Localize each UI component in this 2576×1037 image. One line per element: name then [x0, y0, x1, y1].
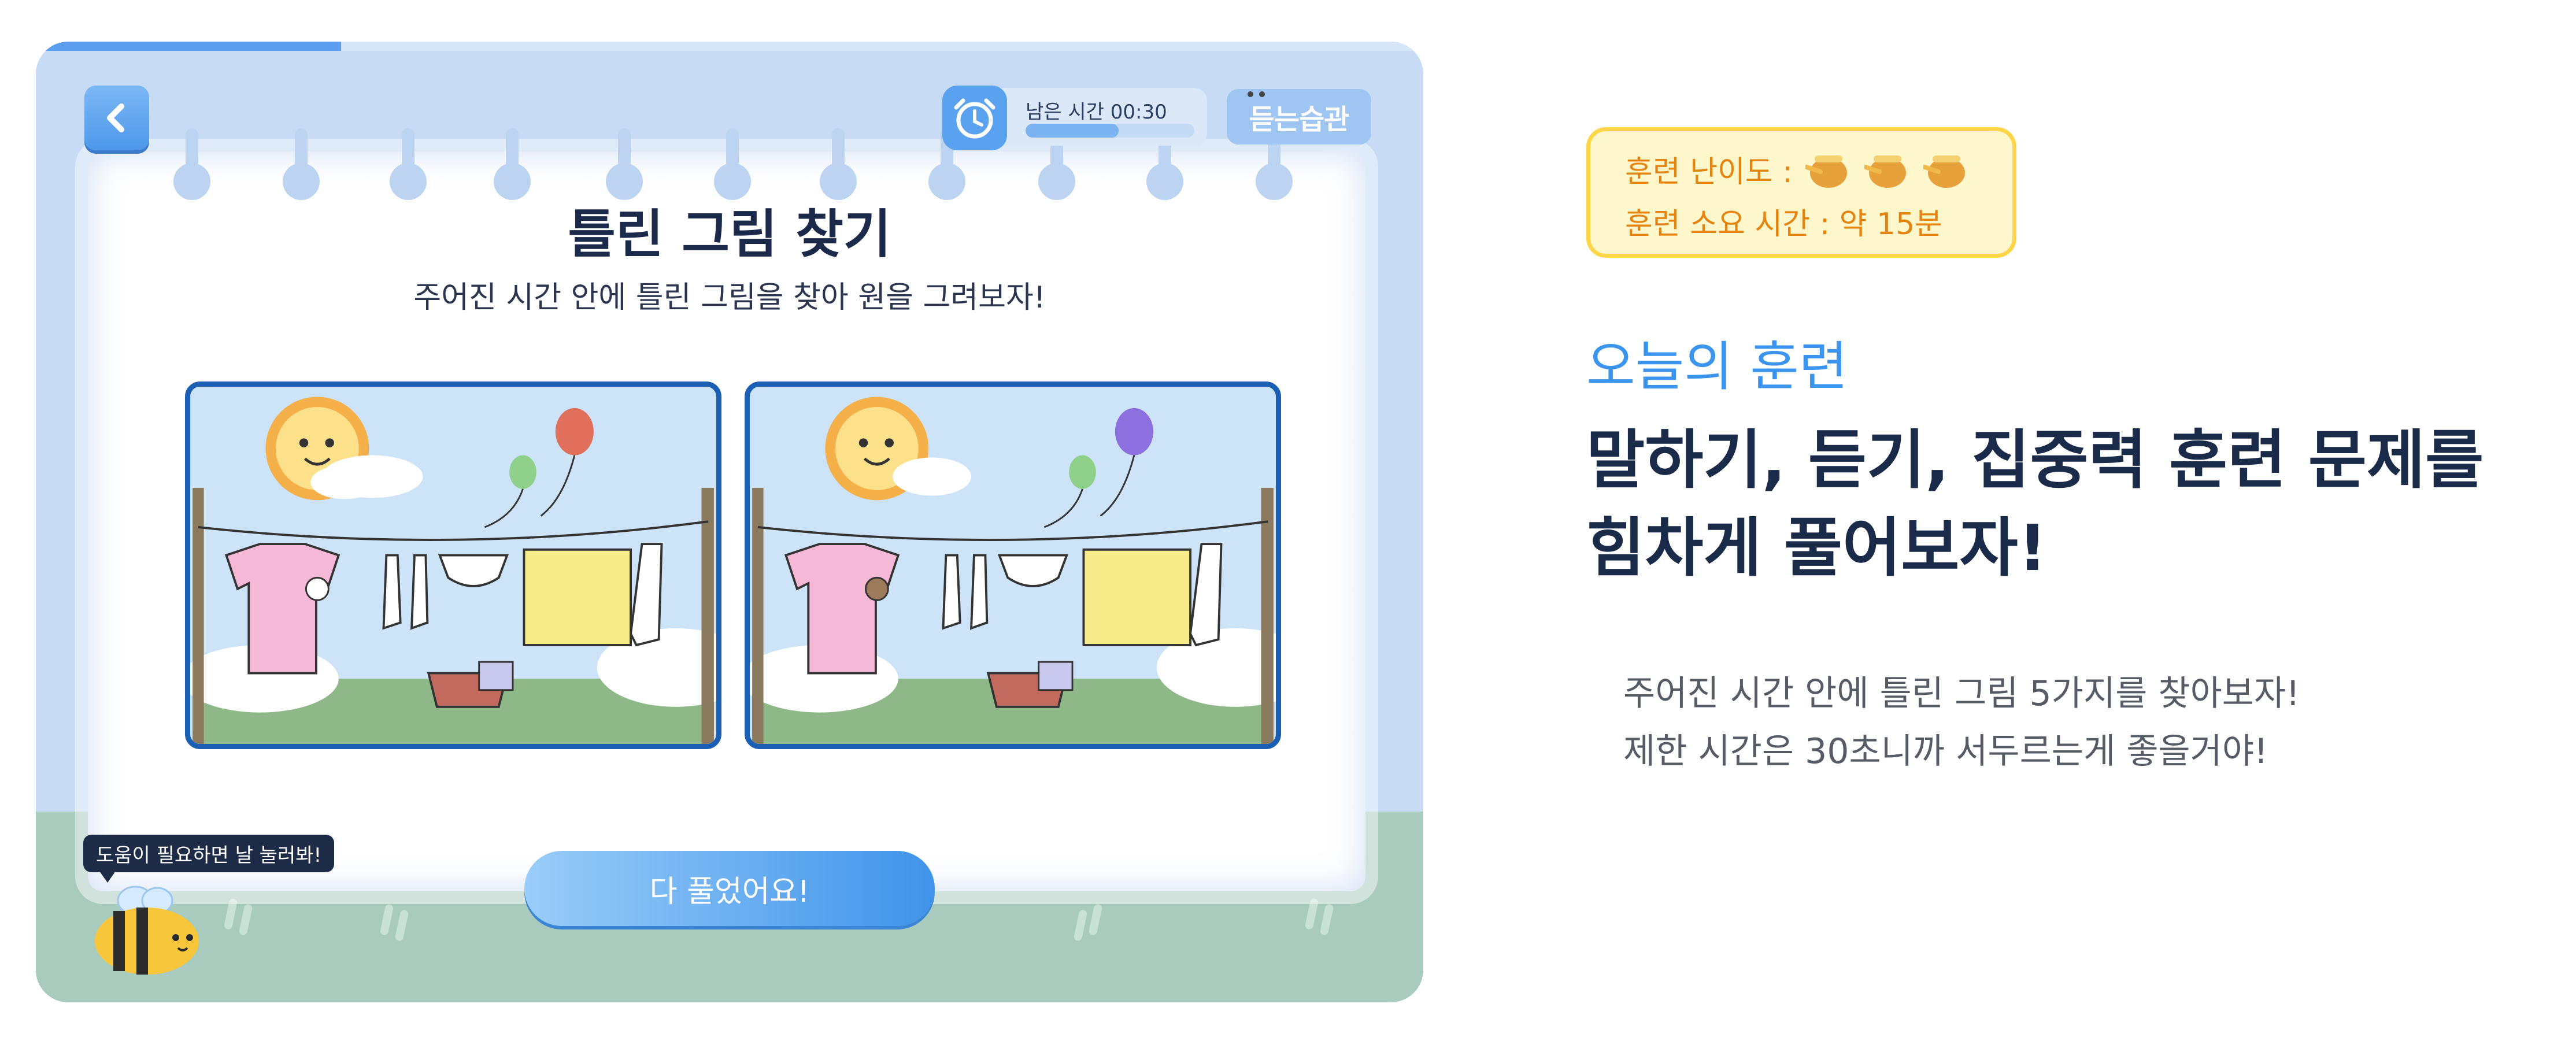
description-line-1: 주어진 시간 안에 틀린 그림 5가지를 찾아보자!: [1623, 673, 2300, 714]
help-speech-bubble: 도움이 필요하면 날 눌러봐!: [83, 835, 335, 883]
timer-progress-fill: [1026, 124, 1119, 138]
app-logo: 듣는습관: [1227, 89, 1371, 145]
screen-progress-fill: [36, 42, 341, 51]
training-headline: 말하기, 듣기, 집중력 훈련 문제를 힘차게 풀어보자!: [1586, 416, 2511, 592]
screen-progress-track: [36, 42, 1423, 51]
honey-pot-icon: [1805, 155, 1847, 188]
bear-patch: [864, 576, 889, 601]
training-description: 주어진 시간 안에 틀린 그림 5가지를 찾아보자! 제한 시간은 30초니까 …: [1623, 665, 2300, 780]
bee-mascot-icon[interactable]: [89, 874, 205, 978]
headline-line-2: 힘차게 풀어보자!: [1586, 511, 2047, 585]
honey-pot-icon: [1923, 155, 1965, 188]
difficulty-label: 훈련 난이도 :: [1625, 155, 1793, 190]
done-button[interactable]: 다 풀었어요!: [524, 851, 935, 926]
description-line-2: 제한 시간은 30초니까 서두르는게 좋을거야!: [1623, 731, 2268, 772]
headline-line-1: 말하기, 듣기, 집중력 훈련 문제를: [1586, 423, 2484, 497]
today-training-label: 오늘의 훈련: [1586, 336, 1848, 398]
timer-progress-bar: [1026, 124, 1194, 138]
app-logo-text: 듣는습관: [1249, 103, 1350, 136]
original-picture[interactable]: [185, 382, 721, 749]
cloud: [893, 457, 972, 496]
back-button[interactable]: [84, 86, 149, 150]
time-row: 훈련 소요 시간 : 약 15분: [1625, 207, 1943, 242]
timer-widget: 남은 시간 00:30: [942, 86, 1207, 150]
training-info-badge: 훈련 난이도 : 훈련 소요 시간 : 약 15분: [1586, 127, 2016, 258]
game-title: 틀린 그림 찾기: [568, 204, 891, 265]
game-screen: 남은 시간 00:30 듣는습관 틀린 그림 찾기 주어진 시간 안에 틀린 그…: [36, 42, 1423, 1002]
timer-label: 남은 시간 00:30: [1026, 101, 1167, 124]
game-subtitle: 주어진 시간 안에 틀린 그림을 찾아 원을 그려보자!: [413, 280, 1046, 315]
difficulty-row: 훈련 난이도 :: [1625, 147, 1970, 191]
rabbit-patch: [305, 576, 330, 601]
honey-pot-icon: [1864, 155, 1906, 188]
alarm-clock-icon: [942, 86, 1007, 150]
chevron-left-icon: [107, 103, 124, 132]
changed-picture[interactable]: [745, 382, 1281, 749]
